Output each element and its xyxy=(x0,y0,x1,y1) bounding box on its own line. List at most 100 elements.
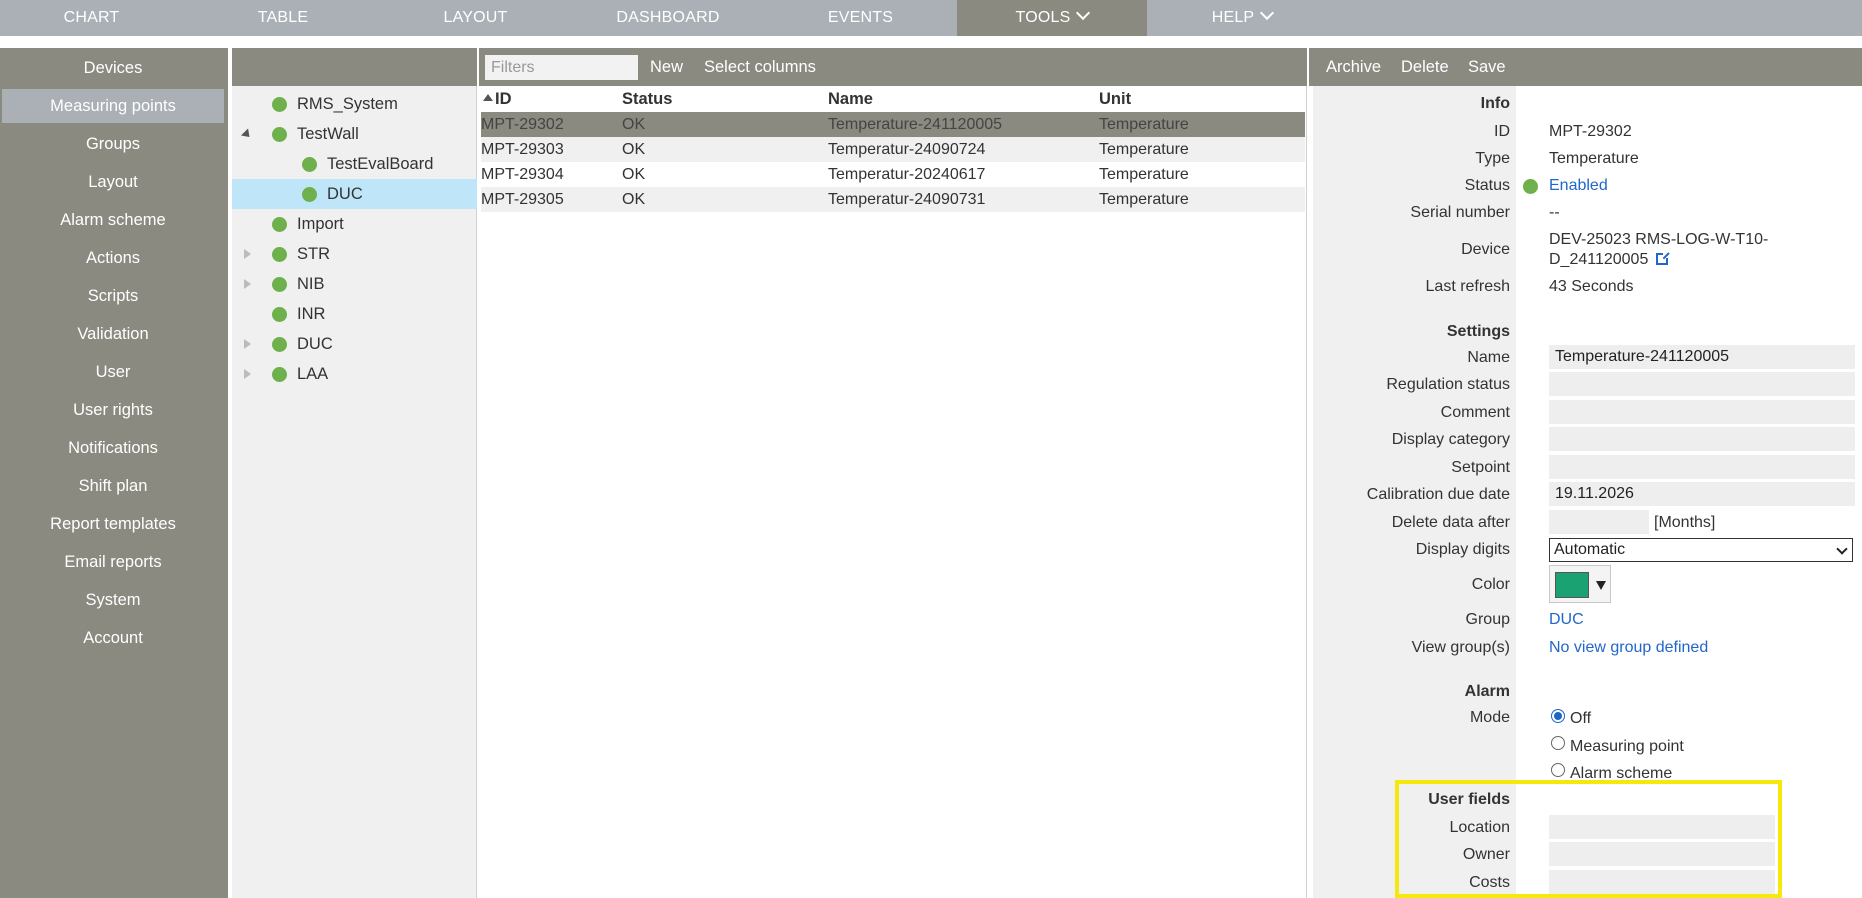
sidebar-item-devices[interactable]: Devices xyxy=(2,51,224,85)
tree-node-label: TestWall xyxy=(297,125,359,143)
nav-dashboard[interactable]: DASHBOARD xyxy=(568,0,768,36)
tree-node-duc[interactable]: DUC xyxy=(232,329,477,359)
alarm-mode-measuring-point-radio[interactable] xyxy=(1551,736,1565,750)
sidebar-item-measuring-points[interactable]: Measuring points xyxy=(2,89,224,123)
top-navigation: CHART TABLE LAYOUT DASHBOARD EVENTS TOOL… xyxy=(0,0,1862,36)
device-line-2-text: D_241120005 xyxy=(1549,251,1649,268)
tree-node-inr[interactable]: INR xyxy=(232,299,477,329)
name-field[interactable] xyxy=(1549,345,1855,369)
sidebar-item-user[interactable]: User xyxy=(2,355,224,389)
group-link[interactable]: DUC xyxy=(1549,610,1584,630)
alarm-mode-label: Mode xyxy=(1469,709,1510,726)
owner-field[interactable] xyxy=(1549,842,1775,866)
cell-status: OK xyxy=(622,191,646,208)
collapsed-arrow-icon[interactable] xyxy=(244,249,251,259)
sidebar-item-user-rights[interactable]: User rights xyxy=(2,393,224,427)
collapsed-arrow-icon[interactable] xyxy=(244,279,251,289)
sidebar-item-notifications[interactable]: Notifications xyxy=(2,431,224,465)
filter-input[interactable] xyxy=(485,55,638,80)
delete-data-after-field[interactable] xyxy=(1549,510,1649,534)
sidebar-item-groups[interactable]: Groups xyxy=(2,127,224,161)
table-row[interactable]: MPT-29304 OK Temperatur-20240617 Tempera… xyxy=(481,162,1305,187)
sidebar-item-report-templates[interactable]: Report templates xyxy=(2,507,224,541)
alarm-mode-off-label[interactable]: Off xyxy=(1570,709,1591,729)
nav-tools[interactable]: TOOLS xyxy=(957,0,1147,36)
column-header-status[interactable]: Status xyxy=(622,89,672,109)
sidebar-item-account[interactable]: Account xyxy=(2,621,224,655)
nav-chart[interactable]: CHART xyxy=(0,0,183,36)
nav-separator xyxy=(0,36,1862,48)
cell-unit: Temperature xyxy=(1099,141,1189,158)
column-header-id[interactable]: ID xyxy=(483,89,512,109)
tree-node-laa[interactable]: LAA xyxy=(232,359,477,389)
status-dot-icon xyxy=(272,277,287,292)
column-header-unit[interactable]: Unit xyxy=(1099,89,1131,109)
external-link-icon[interactable] xyxy=(1656,251,1671,265)
tree-node-label: INR xyxy=(297,305,326,323)
nav-layout[interactable]: LAYOUT xyxy=(383,0,568,36)
display-category-label: Display category xyxy=(1391,431,1510,448)
collapsed-arrow-icon[interactable] xyxy=(244,369,251,379)
sidebar-item-validation[interactable]: Validation xyxy=(2,317,224,351)
tree-node-import[interactable]: Import xyxy=(232,209,477,239)
cell-status: OK xyxy=(622,141,646,158)
tree-node-rms-system[interactable]: RMS_System xyxy=(232,89,477,119)
sidebar-item-scripts[interactable]: Scripts xyxy=(2,279,224,313)
measuring-point-detail-panel: Archive Delete Save Info ID MPT-29302 Ty… xyxy=(1309,48,1862,898)
regulation-status-field[interactable] xyxy=(1549,372,1855,396)
new-button[interactable]: New xyxy=(650,48,683,86)
sidebar-item-alarm-scheme[interactable]: Alarm scheme xyxy=(2,203,224,237)
save-button[interactable]: Save xyxy=(1468,48,1506,86)
display-digits-label: Display digits xyxy=(1415,541,1510,558)
select-columns-button[interactable]: Select columns xyxy=(704,48,816,86)
tree-node-duc-selected[interactable]: DUC xyxy=(232,179,477,209)
tree-node-label: RMS_System xyxy=(297,95,398,113)
display-digits-select[interactable]: Automatic xyxy=(1549,538,1853,562)
nav-events[interactable]: EVENTS xyxy=(768,0,953,36)
tree-node-nib[interactable]: NIB xyxy=(232,269,477,299)
alarm-mode-off-radio[interactable] xyxy=(1551,709,1565,723)
sidebar-item-actions[interactable]: Actions xyxy=(2,241,224,275)
view-groups-link[interactable]: No view group defined xyxy=(1549,638,1708,658)
status-dot-icon xyxy=(272,307,287,322)
status-dot-icon xyxy=(272,217,287,232)
admin-sidebar: Devices Measuring points Groups Layout A… xyxy=(0,48,228,898)
location-field[interactable] xyxy=(1549,815,1775,839)
tree-node-testwall[interactable]: TestWall xyxy=(232,119,477,149)
sidebar-item-shift-plan[interactable]: Shift plan xyxy=(2,469,224,503)
calibration-due-date-field[interactable] xyxy=(1549,482,1855,506)
setpoint-field[interactable] xyxy=(1549,455,1855,479)
status-link[interactable]: Enabled xyxy=(1549,176,1608,196)
column-header-name[interactable]: Name xyxy=(828,89,873,109)
sidebar-item-layout[interactable]: Layout xyxy=(2,165,224,199)
collapsed-arrow-icon[interactable] xyxy=(244,339,251,349)
table-row[interactable]: MPT-29305 OK Temperatur-24090731 Tempera… xyxy=(481,187,1305,212)
tree-node-testevalboard[interactable]: TestEvalBoard xyxy=(232,149,477,179)
comment-field[interactable] xyxy=(1549,400,1855,424)
delete-button[interactable]: Delete xyxy=(1401,48,1449,86)
cell-status: OK xyxy=(622,116,646,133)
nav-table[interactable]: TABLE xyxy=(183,0,383,36)
alarm-mode-alarm-scheme-radio[interactable] xyxy=(1551,763,1565,777)
archive-button[interactable]: Archive xyxy=(1326,48,1381,86)
column-header-label: ID xyxy=(495,90,512,108)
alarm-mode-measuring-point-label[interactable]: Measuring point xyxy=(1570,737,1684,757)
color-swatch xyxy=(1555,572,1589,598)
alarm-mode-alarm-scheme-label[interactable]: Alarm scheme xyxy=(1570,764,1672,784)
section-heading-info: Info xyxy=(1480,95,1510,112)
cell-unit: Temperature xyxy=(1099,116,1189,133)
cell-id: MPT-29302 xyxy=(481,116,564,133)
table-row-selected[interactable]: MPT-29302 OK Temperature-241120005 Tempe… xyxy=(481,112,1305,137)
tree-node-str[interactable]: STR xyxy=(232,239,477,269)
table-row[interactable]: MPT-29303 OK Temperatur-24090724 Tempera… xyxy=(481,137,1305,162)
costs-field[interactable] xyxy=(1549,870,1775,894)
tree-header xyxy=(232,48,477,86)
cell-unit: Temperature xyxy=(1099,191,1189,208)
status-dot-icon xyxy=(302,157,317,172)
expanded-arrow-icon[interactable] xyxy=(240,128,254,141)
display-category-field[interactable] xyxy=(1549,427,1855,451)
sidebar-item-email-reports[interactable]: Email reports xyxy=(2,545,224,579)
sidebar-item-system[interactable]: System xyxy=(2,583,224,617)
color-picker[interactable] xyxy=(1549,565,1611,603)
nav-help[interactable]: HELP xyxy=(1147,0,1337,36)
